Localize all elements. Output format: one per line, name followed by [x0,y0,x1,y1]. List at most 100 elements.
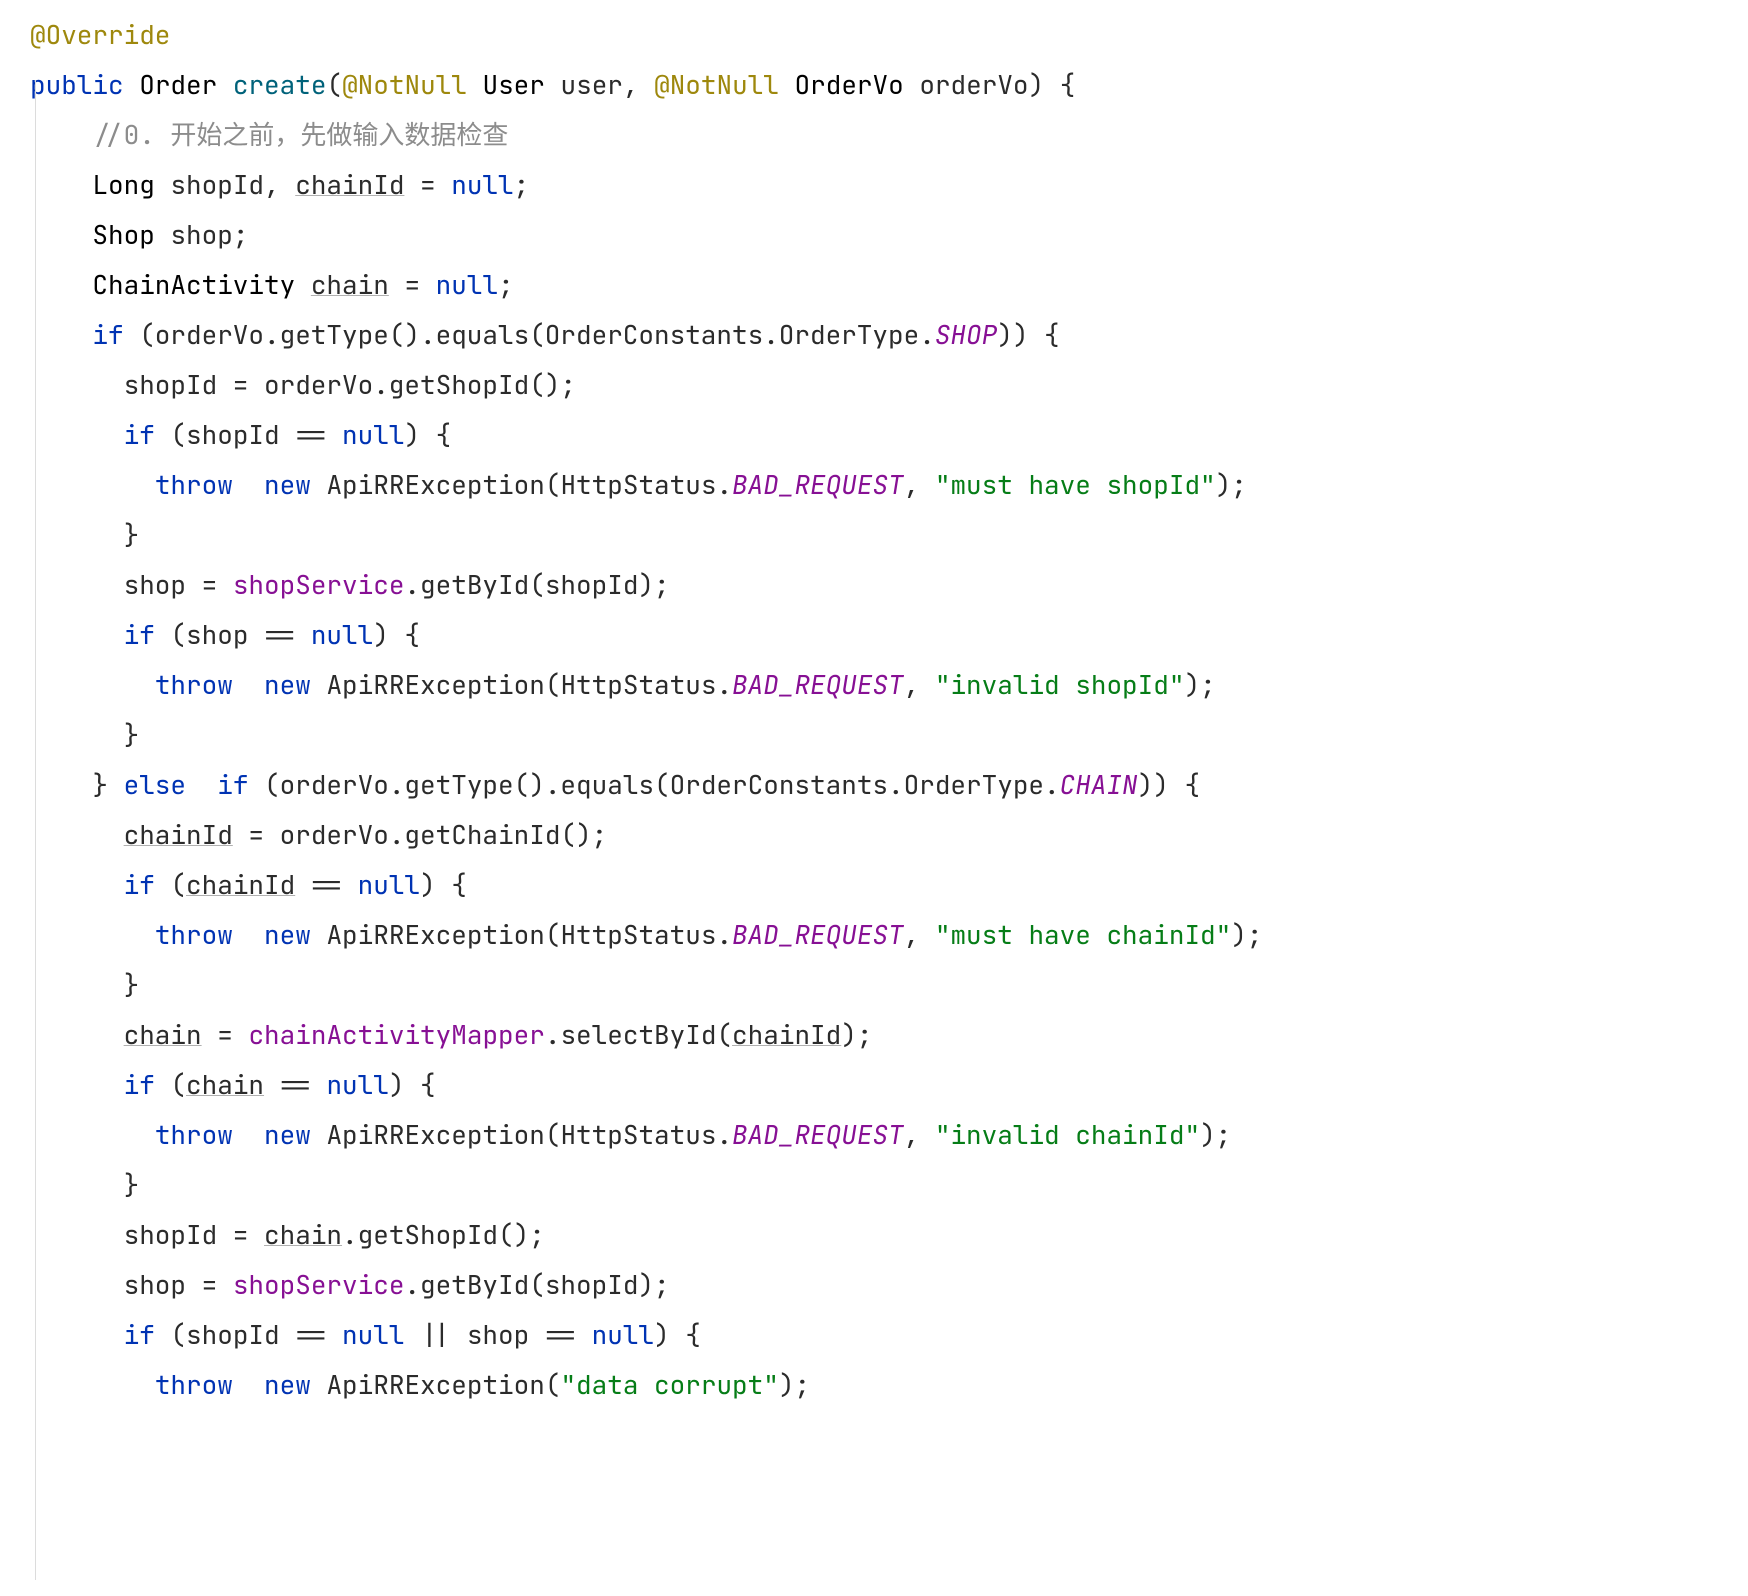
code-token: = [404,167,451,202]
code-token: //0. 开始之前，先做输入数据检查 [92,117,508,152]
code-token: null [451,167,513,202]
code-token: new [264,1117,311,1152]
code-token: throw [155,1117,233,1152]
code-line[interactable]: throw new ApiRRException(HttpStatus.BAD_… [30,910,1748,960]
code-token: chainId [732,1017,841,1052]
code-token: ); [1200,1117,1231,1152]
code-token: public [30,67,124,102]
code-line[interactable]: shopId = orderVo.getShopId(); [30,360,1748,410]
code-line[interactable]: if (chainId == null) { [30,860,1748,910]
code-token: ); [1231,917,1262,952]
code-token: BAD_REQUEST [732,1117,904,1152]
code-line[interactable]: throw new ApiRRException("data corrupt")… [30,1360,1748,1410]
code-line[interactable]: ChainActivity chain = null; [30,260,1748,310]
code-token: if [124,417,155,452]
code-line[interactable]: Shop shop; [30,210,1748,260]
code-token: null [342,1317,404,1352]
code-token: BAD_REQUEST [732,467,904,502]
code-token: @NotNull [654,67,779,102]
code-editor[interactable]: @Override public Order create(@NotNull Us… [0,0,1748,1410]
code-token: shopId = [124,1217,264,1252]
code-token: shop = [124,567,233,602]
code-token [295,267,311,302]
code-token: "invalid chainId" [935,1117,1200,1152]
code-token: throw [155,917,233,952]
code-token: (shop == [155,617,311,652]
code-token: throw [155,667,233,702]
code-token: = [202,1017,249,1052]
code-token: ApiRRException(HttpStatus. [311,667,732,702]
code-line[interactable]: @Override [30,10,1748,60]
code-token: ); [841,1017,872,1052]
code-token: ) { [389,1067,436,1102]
code-token [467,67,483,102]
code-token: ) { [373,617,420,652]
code-token: null [358,867,420,902]
code-line[interactable]: } else if (orderVo.getType().equals(Orde… [30,760,1748,810]
code-token [233,467,264,502]
code-token: Order [139,67,217,102]
code-line[interactable]: } [30,960,1748,1010]
code-token: "invalid shopId" [935,667,1185,702]
code-line[interactable]: if (shopId == null || shop == null) { [30,1310,1748,1360]
code-token: null [436,267,498,302]
code-token: (orderVo.getType().equals(OrderConstants… [124,317,935,352]
code-line[interactable]: if (chain == null) { [30,1060,1748,1110]
code-line[interactable]: //0. 开始之前，先做输入数据检查 [30,110,1748,160]
code-token: orderVo) { [904,67,1076,102]
code-token [233,667,264,702]
code-token: chain [311,267,389,302]
code-token: @NotNull [342,67,467,102]
code-line[interactable]: if (shop == null) { [30,610,1748,660]
code-token: ApiRRException( [311,1367,561,1402]
code-token: shop = [124,1267,233,1302]
code-token: OrderVo [795,67,904,102]
code-token [186,767,217,802]
code-token: || shop == [404,1317,591,1352]
code-token: ); [779,1367,810,1402]
code-token: "must have shopId" [935,467,1216,502]
code-token: throw [155,467,233,502]
code-token: BAD_REQUEST [732,667,904,702]
code-line[interactable]: chainId = orderVo.getChainId(); [30,810,1748,860]
code-token: "data corrupt" [560,1367,778,1402]
code-line[interactable]: } [30,710,1748,760]
code-token [217,67,233,102]
code-token: null [326,1067,388,1102]
code-token: shopId, [155,167,295,202]
code-token [233,1367,264,1402]
code-token: ChainActivity [92,267,295,302]
code-token: )) { [1138,767,1200,802]
code-token: null [342,417,404,452]
code-line[interactable]: shop = shopService.getById(shopId); [30,560,1748,610]
code-token: chain [264,1217,342,1252]
code-line[interactable]: chain = chainActivityMapper.selectById(c… [30,1010,1748,1060]
code-token [124,67,140,102]
code-line[interactable]: shopId = chain.getShopId(); [30,1210,1748,1260]
code-token: = [389,267,436,302]
code-line[interactable]: public Order create(@NotNull User user, … [30,60,1748,110]
code-token: } [124,967,140,1002]
code-token: if [124,617,155,652]
code-line[interactable]: if (shopId == null) { [30,410,1748,460]
code-line[interactable]: } [30,510,1748,560]
code-token: if [124,1067,155,1102]
code-token: } [124,717,140,752]
code-line[interactable]: } [30,1160,1748,1210]
code-token: @Override [30,17,170,52]
code-token: ApiRRException(HttpStatus. [311,917,732,952]
code-token: .getById(shopId); [404,567,669,602]
code-token: shop; [155,217,249,252]
code-token: Long [92,167,154,202]
code-token: chain [186,1067,264,1102]
code-line[interactable]: throw new ApiRRException(HttpStatus.BAD_… [30,660,1748,710]
code-token: new [264,667,311,702]
code-line[interactable]: shop = shopService.getById(shopId); [30,1260,1748,1310]
code-line[interactable]: if (orderVo.getType().equals(OrderConsta… [30,310,1748,360]
code-token: .getShopId(); [342,1217,545,1252]
code-line[interactable]: throw new ApiRRException(HttpStatus.BAD_… [30,460,1748,510]
code-token: == [295,867,357,902]
code-token: chainActivityMapper [248,1017,544,1052]
code-line[interactable]: Long shopId, chainId = null; [30,160,1748,210]
code-line[interactable]: throw new ApiRRException(HttpStatus.BAD_… [30,1110,1748,1160]
